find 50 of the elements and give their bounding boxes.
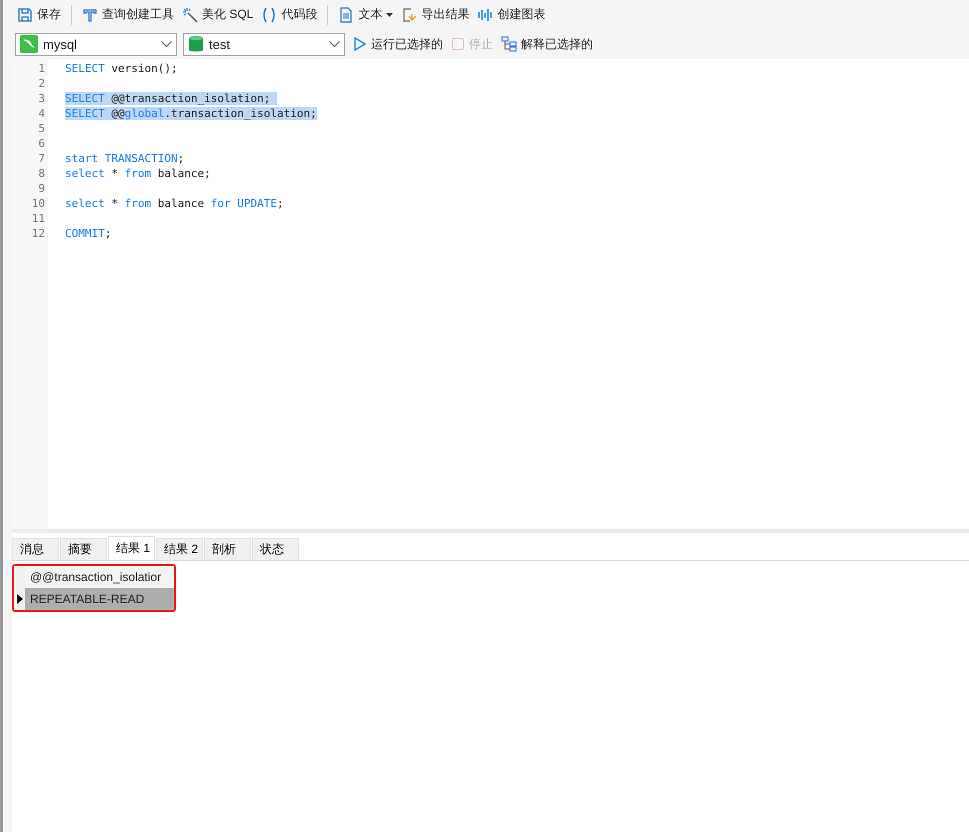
database-select[interactable]: test	[183, 32, 345, 56]
line-number: 3	[37, 91, 46, 106]
result-tab[interactable]: 剖析	[204, 538, 251, 560]
table-cell: REPEATABLE-READ	[25, 588, 174, 610]
connection-select[interactable]: mysql	[15, 32, 177, 56]
result-tab[interactable]: 摘要	[60, 538, 107, 560]
play-icon	[353, 36, 367, 52]
line-number: 11	[30, 211, 46, 226]
line-number: 10	[30, 196, 46, 211]
line-number: 1	[37, 61, 46, 76]
result-tab[interactable]: 结果 2	[156, 538, 203, 560]
line-number: 8	[37, 166, 46, 181]
code-line: COMMIT;	[65, 227, 112, 240]
toolbar-button[interactable]: 运行已选择的	[351, 34, 445, 54]
code-line: SELECT version();	[65, 62, 178, 75]
toolbar-button[interactable]: 解释已选择的	[499, 34, 595, 54]
toolbar-button[interactable]: 代码段	[259, 4, 320, 25]
line-number: 6	[37, 136, 46, 151]
magic-wand-icon	[182, 6, 198, 22]
document-icon	[338, 6, 354, 22]
column-header[interactable]: @@transaction_isolatior	[25, 566, 174, 588]
line-number: 7	[37, 151, 46, 166]
database-icon	[188, 35, 204, 53]
code-line: select * from balance for UPDATE;	[65, 197, 284, 210]
line-number: 5	[37, 121, 46, 136]
export-icon	[401, 6, 418, 22]
chevron-icon	[329, 41, 340, 47]
result-tab[interactable]: 结果 1	[108, 536, 155, 560]
parentheses-icon	[261, 6, 278, 22]
line-number: 9	[37, 181, 46, 196]
line-number: 12	[30, 226, 46, 241]
result-tab[interactable]: 状态	[252, 538, 299, 560]
line-number: 4	[37, 106, 46, 121]
result-tab[interactable]: 消息	[12, 538, 59, 560]
toolbar-button[interactable]: 文本	[336, 4, 396, 25]
toolbar-button[interactable]: 美化 SQL	[180, 4, 256, 25]
line-number: 2	[37, 76, 46, 91]
chevron-icon	[161, 41, 172, 47]
toolbar-button[interactable]: 保存	[15, 4, 63, 25]
chart-icon	[477, 6, 494, 22]
code-line: select * from balance;	[65, 167, 211, 180]
save-icon	[17, 6, 33, 22]
toolbar-button[interactable]: 查询创建工具	[80, 4, 176, 25]
code-line: start TRANSACTION;	[65, 152, 184, 165]
dolphin-icon	[20, 35, 38, 53]
toolbar-button[interactable]: 创建图表	[475, 4, 548, 25]
stop-icon	[451, 37, 465, 51]
toolbar-button[interactable]: 导出结果	[399, 4, 472, 25]
row-header[interactable]	[14, 588, 25, 610]
flowchart-icon	[501, 36, 517, 52]
